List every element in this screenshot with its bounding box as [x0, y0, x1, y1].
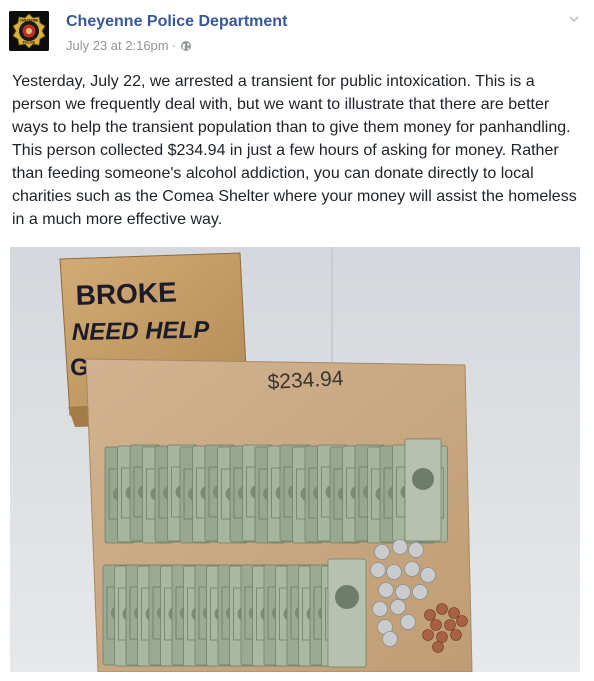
bills-row-top [104, 438, 448, 544]
silver-coin [386, 564, 402, 580]
penny-coin [448, 607, 460, 619]
photo-canvas: BROKE NEED HELP GOD BLESS $234.94 [10, 247, 580, 672]
silver-coin [390, 599, 406, 615]
post-timestamp[interactable]: July 23 at 2:16pm [66, 38, 169, 53]
silver-coin [370, 562, 386, 578]
silver-coin [372, 601, 388, 617]
amount-label: $234.94 [267, 367, 344, 394]
sign-line-2: NEED HELP [72, 317, 211, 346]
penny-coin [444, 619, 456, 631]
penny-coin [424, 609, 436, 621]
sign-line-1: BROKE [75, 276, 177, 311]
post-meta: July 23 at 2:16pm · [66, 38, 192, 53]
silver-coin [420, 567, 436, 583]
penny-coin [450, 629, 462, 641]
silver-coin [395, 584, 411, 600]
dollar-bill [327, 558, 367, 668]
badge-top-text: CHEYENNE [20, 19, 40, 23]
police-badge-logo: CHEYENNE POLICE [9, 11, 49, 51]
silver-coin [400, 614, 416, 630]
silver-coin [408, 542, 424, 558]
penny-coin [456, 615, 468, 627]
meta-separator: · [171, 38, 176, 53]
bills-row-bottom [102, 558, 367, 668]
silver-coin [392, 539, 408, 555]
chevron-down-icon[interactable] [568, 12, 580, 24]
penny-coin [436, 631, 448, 643]
post-body-text: Yesterday, July 22, we arrested a transi… [12, 73, 577, 228]
silver-coin [382, 631, 398, 647]
silver-coin [374, 544, 390, 560]
facebook-post: CHEYENNE POLICE Cheyenne Police Departme… [0, 0, 594, 681]
silver-coin [378, 582, 394, 598]
silver-coin [404, 561, 420, 577]
penny-coin [422, 629, 434, 641]
penny-coin [430, 619, 442, 631]
globe-icon[interactable] [180, 40, 192, 52]
page-name-link[interactable]: Cheyenne Police Department [66, 13, 287, 31]
dollar-bill [404, 438, 442, 542]
penny-coin [436, 603, 448, 615]
page-avatar[interactable]: CHEYENNE POLICE [9, 11, 49, 51]
penny-coin [432, 641, 444, 653]
post-photo[interactable]: BROKE NEED HELP GOD BLESS $234.94 [10, 247, 580, 672]
silver-coin [412, 584, 428, 600]
badge-bottom-text: POLICE [23, 41, 36, 45]
